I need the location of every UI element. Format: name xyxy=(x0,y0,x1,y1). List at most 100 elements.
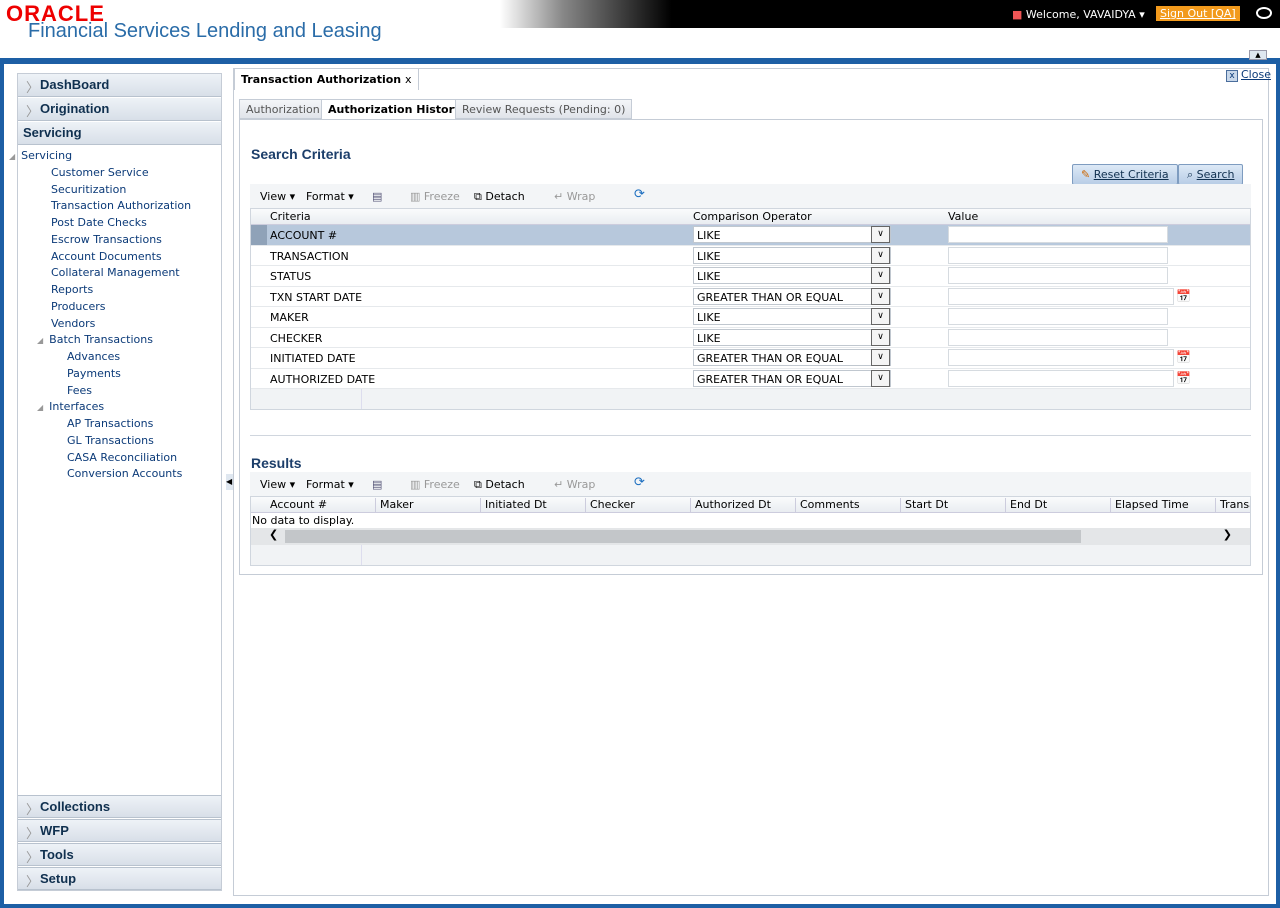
sidebar-item-collateral-management[interactable]: Collateral Management xyxy=(51,266,180,279)
sidebar-section-origination[interactable]: 〉 Origination xyxy=(18,98,221,121)
sidebar-item-conversion-accounts[interactable]: Conversion Accounts xyxy=(67,467,182,480)
row-header[interactable] xyxy=(251,225,267,245)
expanded-triangle-icon[interactable]: ◢ xyxy=(9,152,15,161)
value-input[interactable] xyxy=(948,308,1168,325)
detach-button[interactable]: ⧉ Detach xyxy=(474,190,525,204)
column-header-criteria[interactable]: Criteria xyxy=(270,210,311,223)
value-input[interactable] xyxy=(948,226,1168,243)
chevron-down-icon[interactable]: ∨ xyxy=(871,226,890,243)
close-button[interactable]: x Close xyxy=(1226,68,1271,82)
wrap-button[interactable]: ↵ Wrap xyxy=(554,478,595,491)
chevron-down-icon[interactable]: ∨ xyxy=(871,328,890,346)
operator-select[interactable]: GREATER THAN OR EQUAL ∨ xyxy=(693,349,891,366)
sidebar-section-wfp[interactable]: 〉 WFP xyxy=(18,819,221,842)
scrollbar-thumb[interactable] xyxy=(285,530,1081,543)
expanded-triangle-icon[interactable]: ◢ xyxy=(37,336,43,345)
sidebar-section-setup[interactable]: 〉 Setup xyxy=(18,867,221,890)
chevron-down-icon[interactable]: ∨ xyxy=(871,287,890,305)
criteria-row[interactable]: INITIATED DATE GREATER THAN OR EQUAL ∨ 📅 xyxy=(251,348,1250,369)
sidebar-section-tools[interactable]: 〉 Tools xyxy=(18,843,221,866)
tab-authorization[interactable]: Authorization xyxy=(239,99,327,119)
sidebar-item-escrow-transactions[interactable]: Escrow Transactions xyxy=(51,233,162,246)
column-header-end-dt[interactable]: End Dt xyxy=(1005,498,1047,513)
column-header-authorized-dt[interactable]: Authorized Dt xyxy=(690,498,771,513)
operator-select[interactable]: LIKE ∨ xyxy=(693,246,891,264)
collapse-header-button[interactable]: ▲ xyxy=(1249,50,1267,60)
sidebar-item-customer-service[interactable]: Customer Service xyxy=(51,166,149,179)
sidebar-item-securitization[interactable]: Securitization xyxy=(51,183,126,196)
criteria-row[interactable]: ACCOUNT # LIKE ∨ xyxy=(251,225,1250,246)
operator-select[interactable]: LIKE ∨ xyxy=(693,267,891,284)
column-header-maker[interactable]: Maker xyxy=(375,498,414,513)
criteria-row[interactable]: STATUS LIKE ∨ xyxy=(251,266,1250,287)
tab-authorization-history[interactable]: Authorization History xyxy=(321,99,469,120)
criteria-row[interactable]: CHECKER LIKE ∨ xyxy=(251,328,1250,348)
value-input[interactable] xyxy=(948,328,1168,346)
query-icon[interactable]: ▤ xyxy=(372,190,382,203)
sidebar-item-producers[interactable]: Producers xyxy=(51,300,105,313)
operator-select[interactable]: LIKE ∨ xyxy=(693,328,891,346)
format-menu[interactable]: Format ▾ xyxy=(306,478,354,491)
collapse-sidebar-handle[interactable]: ◀ xyxy=(226,474,233,490)
refresh-icon[interactable]: ⟳ xyxy=(634,187,645,202)
operator-select[interactable]: GREATER THAN OR EQUAL ∨ xyxy=(693,369,891,387)
horizontal-scrollbar[interactable]: ❮ ❯ xyxy=(251,528,1250,545)
sidebar-item-advances[interactable]: Advances xyxy=(67,350,120,363)
close-tab-icon[interactable]: x xyxy=(405,73,412,86)
refresh-icon[interactable]: ⟳ xyxy=(634,475,645,490)
criteria-row[interactable]: TXN START DATE GREATER THAN OR EQUAL ∨ 📅 xyxy=(251,287,1250,307)
sidebar-section-servicing[interactable]: Servicing xyxy=(18,122,221,145)
value-input[interactable] xyxy=(948,349,1174,366)
wrap-button[interactable]: ↵ Wrap xyxy=(554,190,595,203)
user-menu[interactable]: ■ Welcome, VAVAIDYA ▾ xyxy=(1012,8,1145,21)
operator-select[interactable]: GREATER THAN OR EQUAL ∨ xyxy=(693,287,891,305)
calendar-icon[interactable]: 📅 xyxy=(1176,289,1191,303)
query-icon[interactable]: ▤ xyxy=(372,478,382,491)
sidebar-item-ap-transactions[interactable]: AP Transactions xyxy=(67,417,153,430)
view-menu[interactable]: View ▾ xyxy=(260,190,295,203)
sidebar-item-payments[interactable]: Payments xyxy=(67,367,121,380)
criteria-row[interactable]: TRANSACTION LIKE ∨ xyxy=(251,246,1250,266)
sidebar-item-vendors[interactable]: Vendors xyxy=(51,317,95,330)
reset-criteria-button[interactable]: ✎ Reset Criteria xyxy=(1072,164,1178,185)
calendar-icon[interactable]: 📅 xyxy=(1176,350,1191,364)
column-header-elapsed-time[interactable]: Elapsed Time xyxy=(1110,498,1189,513)
expanded-triangle-icon[interactable]: ◢ xyxy=(37,403,43,412)
search-button[interactable]: ⌕ Search xyxy=(1178,164,1244,185)
operator-select[interactable]: LIKE ∨ xyxy=(693,226,891,243)
sidebar-item-reports[interactable]: Reports xyxy=(51,283,93,296)
sign-out-button[interactable]: Sign Out [QA] xyxy=(1156,6,1240,21)
view-menu[interactable]: View ▾ xyxy=(260,478,295,491)
sidebar-item-servicing[interactable]: ◢ Servicing xyxy=(9,149,72,162)
value-input[interactable] xyxy=(948,287,1174,305)
freeze-button[interactable]: ▥ Freeze xyxy=(410,478,460,491)
sidebar-item-transaction-authorization[interactable]: Transaction Authorization xyxy=(51,199,191,212)
value-input[interactable] xyxy=(948,246,1168,264)
sidebar-item-fees[interactable]: Fees xyxy=(67,384,92,397)
chevron-down-icon[interactable]: ∨ xyxy=(871,246,890,264)
chevron-down-icon[interactable]: ∨ xyxy=(871,349,890,366)
criteria-row[interactable]: MAKER LIKE ∨ xyxy=(251,307,1250,328)
column-header-operator[interactable]: Comparison Operator xyxy=(693,210,812,223)
criteria-row[interactable]: AUTHORIZED DATE GREATER THAN OR EQUAL ∨ 📅 xyxy=(251,369,1250,389)
tab-review-requests[interactable]: Review Requests (Pending: 0) xyxy=(455,99,633,119)
sidebar-item-gl-transactions[interactable]: GL Transactions xyxy=(67,434,154,447)
sidebar-item-account-documents[interactable]: Account Documents xyxy=(51,250,162,263)
sidebar-item-casa-reconciliation[interactable]: CASA Reconciliation xyxy=(67,451,177,464)
chevron-down-icon[interactable]: ∨ xyxy=(871,369,890,387)
operator-select[interactable]: LIKE ∨ xyxy=(693,308,891,325)
column-header-initiated-dt[interactable]: Initiated Dt xyxy=(480,498,547,513)
chevron-down-icon[interactable]: ∨ xyxy=(871,308,890,325)
column-header-account-[interactable]: Account # xyxy=(270,498,327,513)
calendar-icon[interactable]: 📅 xyxy=(1176,371,1191,385)
sidebar-item-interfaces[interactable]: ◢ Interfaces xyxy=(37,400,104,413)
column-header-comments[interactable]: Comments xyxy=(795,498,860,513)
value-input[interactable] xyxy=(948,267,1168,284)
column-header-value[interactable]: Value xyxy=(948,210,978,223)
sidebar-section-collections[interactable]: 〉 Collections xyxy=(18,795,221,818)
column-header-transac[interactable]: Transac xyxy=(1215,498,1250,513)
document-tab[interactable]: Transaction Authorization x xyxy=(234,68,419,90)
freeze-button[interactable]: ▥ Freeze xyxy=(410,190,460,203)
sidebar-item-batch-transactions[interactable]: ◢ Batch Transactions xyxy=(37,333,153,346)
sidebar-item-post-date-checks[interactable]: Post Date Checks xyxy=(51,216,147,229)
